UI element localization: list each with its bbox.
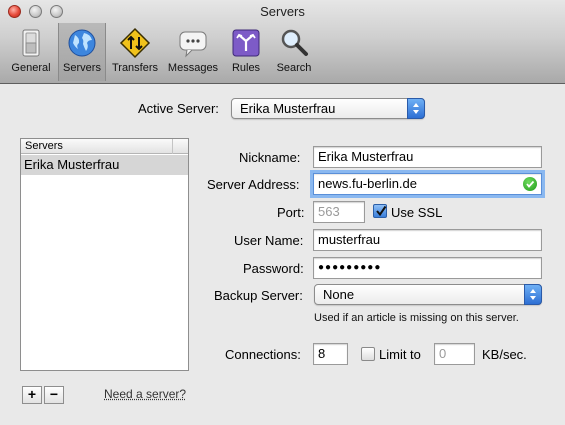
toolbar-messages[interactable]: Messages (164, 23, 222, 81)
window-chrome: Servers General Servers Transfers Messag… (0, 0, 565, 84)
list-item[interactable]: Erika Musterfrau (21, 155, 188, 175)
toolbar-rules[interactable]: Rules (222, 23, 270, 81)
toolbar-servers-label: Servers (63, 62, 101, 74)
toolbar-search-label: Search (276, 62, 312, 74)
limit-rate-field[interactable]: 0 (434, 343, 475, 365)
active-server-popup[interactable]: Erika Musterfrau (231, 98, 425, 119)
toolbar-messages-label: Messages (167, 62, 219, 74)
preferences-toolbar: General Servers Transfers Messages Rules… (4, 23, 318, 81)
toolbar-rules-label: Rules (231, 62, 261, 74)
toolbar-transfers-label: Transfers (111, 62, 159, 74)
toolbar-general[interactable]: General (4, 23, 58, 81)
server-list-header: Servers (21, 139, 188, 154)
window-title: Servers (260, 4, 305, 19)
use-ssl-label: Use SSL (391, 205, 443, 220)
checkmark-icon (376, 205, 387, 217)
preferences-window: Servers General Servers Transfers Messag… (0, 0, 565, 425)
server-address-field[interactable]: news.fu-berlin.de (313, 173, 542, 195)
backup-server-value: None (323, 287, 355, 302)
toolbar-general-label: General (11, 62, 51, 74)
user-name-label: User Name: (234, 233, 304, 248)
port-field[interactable]: 563 (313, 201, 365, 223)
backup-server-label: Backup Server: (214, 288, 303, 303)
nickname-field[interactable]: Erika Musterfrau (313, 146, 542, 168)
add-server-button[interactable]: + (22, 386, 42, 404)
popup-arrows-icon (407, 98, 425, 119)
transfers-sign-icon (119, 27, 151, 59)
active-server-label: Active Server: (138, 101, 219, 116)
limit-checkbox[interactable] (361, 347, 375, 361)
server-list-header-label: Servers (25, 140, 63, 152)
password-label: Password: (243, 261, 304, 276)
connections-label: Connections: (225, 347, 301, 362)
password-field[interactable]: ●●●●●●●●● (313, 257, 542, 279)
valid-check-icon (523, 177, 537, 191)
use-ssl-checkbox[interactable] (373, 204, 387, 218)
need-server-link[interactable]: Need a server? (104, 387, 186, 401)
magnifier-icon (281, 29, 308, 56)
general-switch-icon (22, 29, 40, 57)
limit-unit-label: KB/sec. (482, 347, 527, 362)
toolbar-transfers[interactable]: Transfers (106, 23, 164, 81)
limit-label: Limit to (379, 347, 421, 362)
popup-arrows-icon (524, 284, 542, 305)
nickname-label: Nickname: (239, 150, 301, 165)
toolbar-servers[interactable]: Servers (58, 23, 106, 81)
backup-server-note: Used if an article is missing on this se… (314, 312, 519, 324)
speech-bubble-icon (179, 31, 207, 58)
server-address-value: news.fu-berlin.de (318, 176, 417, 191)
column-divider (172, 139, 173, 154)
server-list[interactable]: Servers Erika Musterfrau (20, 138, 189, 371)
list-item-label: Erika Musterfrau (24, 157, 120, 172)
rules-arrows-icon (232, 29, 260, 57)
port-label: Port: (277, 205, 305, 220)
backup-server-popup[interactable]: None (314, 284, 542, 305)
active-server-value: Erika Musterfrau (240, 101, 336, 116)
globe-icon (68, 29, 96, 57)
toolbar-search[interactable]: Search (270, 23, 318, 81)
remove-server-button[interactable]: − (44, 386, 64, 404)
connections-field[interactable]: 8 (313, 343, 348, 365)
user-name-field[interactable]: musterfrau (313, 229, 542, 251)
server-address-label: Server Address: (207, 177, 300, 192)
